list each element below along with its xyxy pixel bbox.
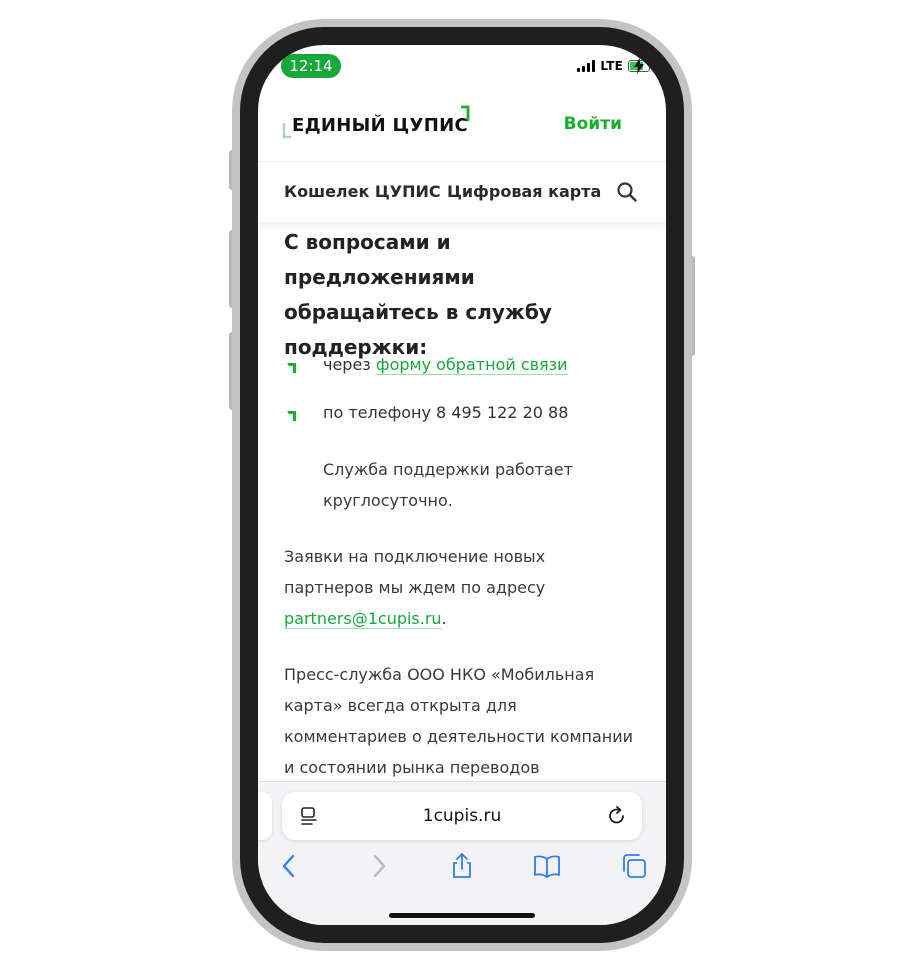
phone-screen: 12:14 LTE ЕДИНЫЙ ЦУПИС Войти Кошелек ЦУП… [258, 45, 666, 925]
partners-email-link[interactable]: partners@1cupis.ru [284, 609, 442, 629]
reload-icon[interactable] [606, 805, 628, 827]
press-paragraph: Пресс-служба ООО НКО «Мобильная карта» в… [284, 665, 634, 777]
home-indicator [389, 913, 535, 918]
phone-text: по телефону 8 495 122 20 88 [323, 403, 569, 422]
bookmarks-icon[interactable] [533, 852, 561, 880]
url-text: 1cupis.ru [422, 806, 502, 826]
bullet-icon [287, 411, 296, 421]
logo[interactable]: ЕДИНЫЙ ЦУПИС [282, 103, 472, 143]
bullet-icon [287, 363, 296, 373]
share-icon[interactable] [448, 852, 476, 880]
partners-paragraph: Заявки на подключение новых партнеров мы… [284, 547, 546, 629]
logo-text: ЕДИНЫЙ ЦУПИС [292, 115, 468, 136]
browser-toolbar: 1cupis.ru [258, 781, 666, 925]
status-indicators: LTE [577, 58, 653, 74]
nav-item-digital-card[interactable]: Цифровая карта [447, 182, 601, 201]
support-hours: Служба поддержки работает круглосуточно. [323, 460, 573, 510]
site-nav: Кошелек ЦУПИС Цифровая карта [258, 162, 666, 222]
site-header: ЕДИНЫЙ ЦУПИС Войти [258, 93, 666, 161]
nav-item-wallet[interactable]: Кошелек ЦУПИС [284, 182, 441, 201]
search-icon[interactable] [616, 181, 638, 203]
logo-corner-icon [282, 123, 291, 139]
status-time: 12:14 [281, 54, 341, 78]
logo-accent-icon [461, 105, 470, 121]
tabs-icon[interactable] [620, 852, 648, 880]
signal-icon [577, 60, 596, 72]
forward-icon[interactable] [364, 852, 392, 880]
support-heading: С вопросами и предложениями обращайтесь … [284, 230, 552, 359]
network-type: LTE [600, 59, 623, 73]
login-button[interactable]: Войти [564, 114, 622, 134]
previous-tab-peek[interactable] [258, 792, 272, 840]
back-icon[interactable] [276, 852, 304, 880]
feedback-form-link[interactable]: форму обратной связи [375, 355, 568, 375]
battery-icon [628, 58, 653, 74]
address-bar[interactable]: 1cupis.ru [282, 792, 642, 840]
list-item: через форму обратной связи [284, 355, 644, 385]
list-item: по телефону 8 495 122 20 88 [284, 403, 644, 433]
